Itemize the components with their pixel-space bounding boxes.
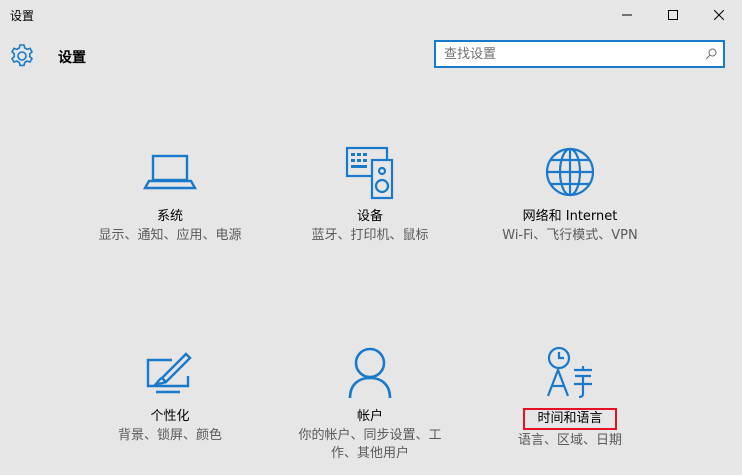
window-title: 设置 xyxy=(10,9,35,23)
tile-accounts-desc: 你的帐户、同步设置、工作、其他用户 xyxy=(298,428,442,461)
laptop-icon xyxy=(142,154,198,190)
tile-accounts-label: 帐户 xyxy=(356,409,383,424)
maximize-button[interactable] xyxy=(650,0,696,30)
tile-system[interactable]: 系统 显示、通知、应用、电源 xyxy=(86,146,254,245)
tile-network-desc: Wi-Fi、飞行模式、VPN xyxy=(502,228,638,243)
tile-time-language-desc: 语言、区域、日期 xyxy=(517,433,622,448)
keyboard-speaker-icon xyxy=(345,146,394,200)
search-icon[interactable] xyxy=(705,48,717,60)
tile-system-desc: 显示、通知、应用、电源 xyxy=(98,228,242,243)
tile-personalization[interactable]: 个性化 背景、锁屏、颜色 xyxy=(86,346,254,445)
globe-icon xyxy=(545,147,595,197)
tile-network[interactable]: 网络和 Internet Wi-Fi、飞行模式、VPN xyxy=(486,146,654,245)
tile-personalization-label: 个性化 xyxy=(150,409,190,424)
paint-screen-icon xyxy=(146,352,192,394)
close-button[interactable] xyxy=(696,0,742,30)
person-icon xyxy=(348,347,392,399)
tile-personalization-desc: 背景、锁屏、颜色 xyxy=(117,428,222,443)
tile-time-language[interactable]: 时间和语言 语言、区域、日期 xyxy=(486,346,654,450)
search-input[interactable] xyxy=(444,42,694,66)
settings-header: 设置 xyxy=(0,38,742,74)
minimize-icon xyxy=(622,14,632,16)
tile-time-language-label: 时间和语言 xyxy=(523,408,617,430)
maximize-icon xyxy=(668,10,678,20)
tile-accounts[interactable]: 帐户 你的帐户、同步设置、工作、其他用户 xyxy=(286,346,454,463)
tile-devices-desc: 蓝牙、打印机、鼠标 xyxy=(311,228,429,243)
gear-icon xyxy=(10,44,34,67)
search-box[interactable] xyxy=(434,40,725,68)
tile-devices-label: 设备 xyxy=(356,209,383,224)
tile-network-label: 网络和 Internet xyxy=(522,209,618,224)
tile-system-label: 系统 xyxy=(156,209,183,224)
title-bar: 设置 xyxy=(0,0,742,30)
tile-devices[interactable]: 设备 蓝牙、打印机、鼠标 xyxy=(286,146,454,245)
close-icon xyxy=(714,10,724,20)
time-language-icon xyxy=(546,346,592,399)
page-title: 设置 xyxy=(58,50,86,66)
minimize-button[interactable] xyxy=(604,0,650,30)
